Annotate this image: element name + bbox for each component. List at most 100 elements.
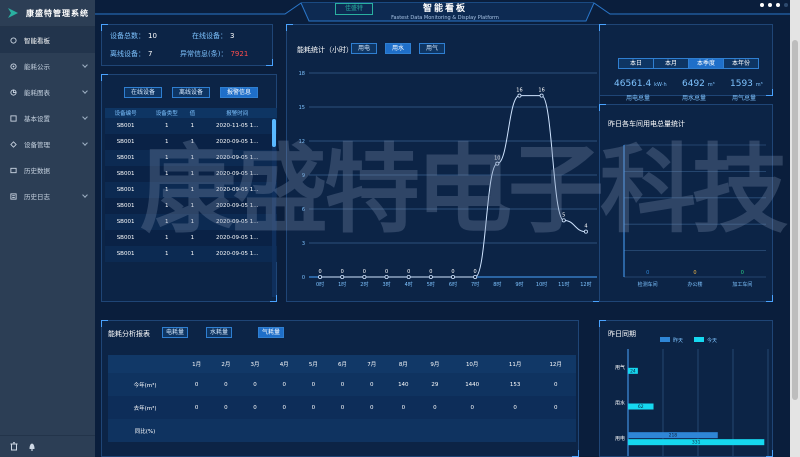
table-cell: 1 xyxy=(146,118,188,134)
x-tick-label: 11时 xyxy=(558,281,569,288)
trash-icon[interactable] xyxy=(10,442,18,451)
stat-offline: 离线设备： 7 xyxy=(110,50,153,58)
dot-indicator xyxy=(784,3,788,7)
x-tick-label: 9时 xyxy=(515,281,523,288)
column-header: 8月 xyxy=(386,355,421,373)
table-cell xyxy=(357,419,387,442)
device-stats-panel: 设备总数： 10 在线设备： 3 离线设备： 7 异常信息(条)： 7921 xyxy=(101,24,273,66)
table-cell: 1 xyxy=(187,150,198,166)
table-cell xyxy=(494,419,536,442)
row-label: 同比(%) xyxy=(108,419,183,442)
table-row[interactable]: SB001 1 1 2020-11-05 1... xyxy=(105,118,277,134)
table-cell: 1440 xyxy=(449,373,495,396)
sidebar-item-settings[interactable]: 基本设置 xyxy=(0,105,95,131)
table-cell: 1 xyxy=(187,230,198,246)
water-total-label: 用水总量 xyxy=(682,95,707,102)
online-devices-button[interactable]: 在线设备 xyxy=(124,87,162,98)
gas-total-value: 1593 m³ xyxy=(730,79,763,89)
data-label: 5 xyxy=(562,212,565,218)
sidebar-item-dashboard[interactable]: 智能看板 xyxy=(0,27,95,53)
chevron-down-icon xyxy=(82,140,88,146)
sidebar-item-history-data[interactable]: 历史数据 xyxy=(0,157,95,183)
data-point xyxy=(473,274,478,279)
page-scrollbar-thumb[interactable] xyxy=(792,40,798,400)
table-cell: 1 xyxy=(187,214,198,230)
chevron-down-icon xyxy=(82,62,88,68)
column-header: 2月 xyxy=(211,355,241,373)
x-tick-label: 办公楼 xyxy=(687,281,702,288)
logo-bar: 康盛特管理系统 xyxy=(0,0,95,27)
sidebar-item-history-log[interactable]: 历史日志 xyxy=(0,183,95,209)
x-tick-label: 检测车间 xyxy=(638,281,658,288)
tab-gas-consumption[interactable]: 气耗量 xyxy=(258,327,284,338)
table-row[interactable]: SB001 1 1 2020-09-05 1... xyxy=(105,166,277,182)
data-label: 0 xyxy=(341,269,344,275)
table-cell: 0 xyxy=(494,396,536,419)
sidebar-item-energy-public[interactable]: 能耗公示 xyxy=(0,53,95,79)
data-point xyxy=(561,218,566,223)
table-cell: 1 xyxy=(187,198,198,214)
scrollbar-thumb[interactable] xyxy=(272,119,276,147)
chevron-down-icon xyxy=(82,192,88,198)
column-header: 7月 xyxy=(357,355,387,373)
alarm-info-button[interactable]: 报警信息 xyxy=(220,87,258,98)
tab-this-month[interactable]: 本月 xyxy=(653,58,689,69)
device-table-scrollbar[interactable] xyxy=(272,119,276,297)
legend-swatch xyxy=(694,337,704,342)
table-cell: SB001 xyxy=(105,134,147,150)
x-tick-label: 7时 xyxy=(471,281,479,288)
table-cell: SB001 xyxy=(105,118,147,134)
data-point xyxy=(495,161,500,166)
offline-devices-button[interactable]: 离线设备 xyxy=(172,87,210,98)
column-header: 11月 xyxy=(494,355,536,373)
table-row[interactable]: SB001 1 1 2020-09-05 1... xyxy=(105,230,277,246)
dot-indicator xyxy=(776,3,780,7)
legend-label: 今天 xyxy=(707,337,717,344)
table-cell: SB001 xyxy=(105,182,147,198)
tab-this-year[interactable]: 本年份 xyxy=(723,58,759,69)
y-tick-label: 9 xyxy=(302,173,305,179)
data-point xyxy=(362,274,367,279)
sidebar-item-label: 设备管理 xyxy=(24,141,50,149)
page-subtitle: Fastest Data Monitoring & Display Platfo… xyxy=(391,15,499,21)
table-cell: SB001 xyxy=(105,166,147,182)
table-row[interactable]: SB001 1 1 2020-09-05 1... xyxy=(105,134,277,150)
table-cell: 1 xyxy=(146,198,188,214)
table-row: 去年(m³) 0 0 0 0 0 0 0 0 0 0 0 0 xyxy=(108,396,576,419)
data-point xyxy=(583,229,588,234)
data-label: 218 xyxy=(669,433,678,439)
table-row[interactable]: SB001 1 1 2020-09-05 1... xyxy=(105,150,277,166)
table-cell: 1 xyxy=(187,118,198,134)
energy-report-title: 能耗分析报表 xyxy=(108,330,150,338)
device-list-panel: 在线设备 离线设备 报警信息 设备编号 设备类型 值 报警时间 SB001 1 1 2… xyxy=(101,74,277,302)
dot-indicator xyxy=(768,3,772,7)
energy-report-panel: 能耗分析报表 电耗量 水耗量 气耗量 1月 2月 3月 4月 5月 6月 7月 8月 9月 10月… xyxy=(101,320,579,457)
table-row[interactable]: SB001 1 1 2020-09-05 1... xyxy=(105,182,277,198)
x-tick-label: 3时 xyxy=(382,281,390,288)
gas-total-label: 用气总量 xyxy=(732,95,757,102)
tab-this-quarter[interactable]: 本季度 xyxy=(688,58,724,69)
sidebar-item-device[interactable]: 设备管理 xyxy=(0,131,95,157)
data-label: 0 xyxy=(385,269,388,275)
table-cell: 0 xyxy=(357,396,387,419)
column-header: 报警时间 xyxy=(197,108,277,118)
sidebar-item-energy-chart[interactable]: 能耗图表 xyxy=(0,79,95,105)
x-tick-label: 加工车间 xyxy=(732,281,752,288)
chart-icon xyxy=(10,88,17,96)
table-row[interactable]: SB001 1 1 2020-09-05 1... xyxy=(105,214,277,230)
bell-icon[interactable] xyxy=(28,442,36,451)
table-row[interactable]: SB001 1 1 2020-09-05 1... xyxy=(105,246,277,262)
y-tick-label: 15 xyxy=(299,105,305,111)
tab-power-consumption[interactable]: 电耗量 xyxy=(162,327,188,338)
y-tick-label: 6 xyxy=(302,207,305,213)
page-scrollbar[interactable] xyxy=(790,0,800,457)
table-cell: SB001 xyxy=(105,150,147,166)
column-header xyxy=(108,355,183,373)
column-header: 3月 xyxy=(240,355,270,373)
sidebar-item-label: 能耗图表 xyxy=(24,89,50,97)
table-row[interactable]: SB001 1 1 2020-09-05 1... xyxy=(105,198,277,214)
tab-water-consumption[interactable]: 水耗量 xyxy=(206,327,232,338)
tab-today[interactable]: 本日 xyxy=(618,58,654,69)
table-cell: 1 xyxy=(146,166,188,182)
data-label: 0 xyxy=(363,269,366,275)
